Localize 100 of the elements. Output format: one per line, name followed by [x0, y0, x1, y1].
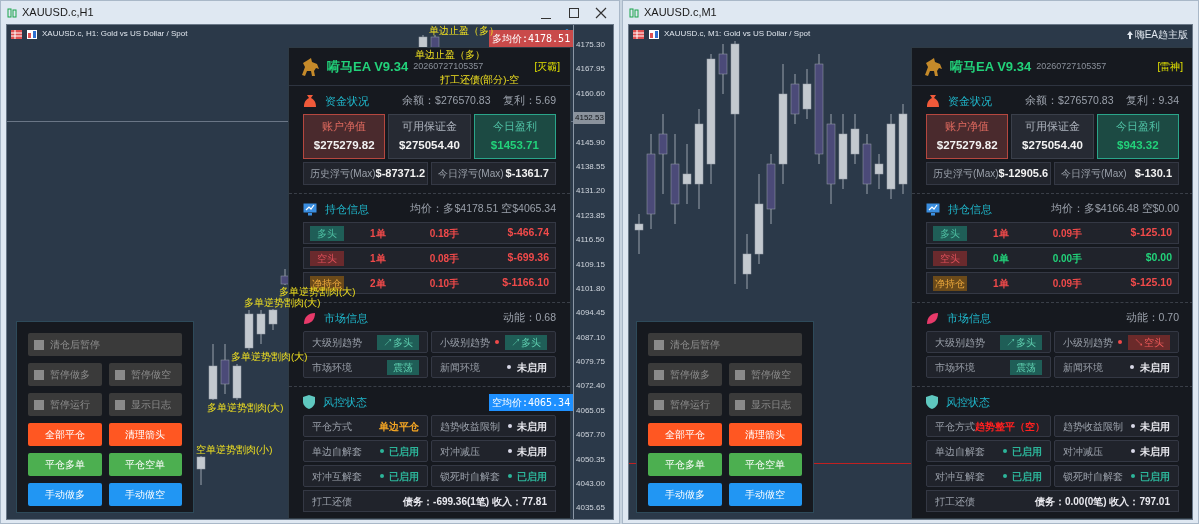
stat-label: 可用保证金	[402, 119, 457, 134]
stat-label: 账户净值	[322, 119, 367, 134]
trend-badge: ↗多头	[505, 334, 547, 350]
checkbox-button[interactable]: 显示日志	[728, 393, 802, 416]
price-tick: 4145.90	[575, 136, 605, 149]
table-icon	[633, 29, 644, 39]
checkbox[interactable]	[34, 339, 44, 350]
checkbox[interactable]	[654, 369, 664, 380]
price-tick: 4065.05	[575, 404, 605, 417]
candle	[196, 455, 206, 486]
status-text: 已启用	[1012, 444, 1042, 459]
section-title: 市场信息	[947, 310, 991, 326]
risk-label: 平仓方式	[312, 419, 352, 434]
profit-value: $-699.36	[506, 250, 549, 266]
chart-header: XAUUSD.c, M1: Gold vs US Dollar / Spot	[664, 28, 811, 40]
lot-size: 0.09手	[1052, 226, 1084, 241]
risk-label: 锁死时自解套	[1063, 469, 1123, 484]
momentum-text: 动能：0.70	[1125, 310, 1179, 326]
status-text: 未启用	[1140, 360, 1170, 375]
checkbox-button[interactable]: 暂停做空	[728, 363, 802, 386]
float-value: $-1361.7	[505, 166, 549, 182]
status-text: 未启用	[517, 419, 547, 434]
candle	[850, 113, 860, 165]
market-label: 小级别趋势	[1063, 335, 1113, 350]
checkbox-button[interactable]: 显示日志	[108, 393, 182, 416]
action-button[interactable]: 手动做空	[108, 483, 182, 506]
mode-label: [雷神]	[1157, 60, 1183, 74]
checkbox[interactable]	[114, 399, 125, 410]
money-bag-icon	[926, 94, 940, 108]
action-button[interactable]: 清理箭头	[728, 423, 802, 446]
build-number: 20260727105357	[413, 60, 484, 73]
action-button[interactable]: 手动做空	[728, 483, 802, 506]
order-count: 0单	[993, 251, 1010, 266]
order-count: 1单	[993, 226, 1010, 241]
profit-value: $-466.74	[506, 225, 549, 241]
profit-value: $-125.10	[1129, 225, 1172, 241]
float-label: 历史浮亏(Max)	[933, 167, 999, 181]
status-text: 已启用	[1140, 469, 1170, 484]
profit-value: $-1166.10	[501, 275, 549, 291]
mode-label: [灭霸]	[534, 60, 560, 74]
position-tag: 多头	[310, 225, 344, 241]
momentum-text: 动能：0.68	[502, 310, 556, 326]
order-count: 2单	[370, 276, 387, 291]
status-text: 已启用	[389, 469, 419, 484]
candle	[862, 133, 872, 195]
candle	[766, 153, 776, 225]
action-button[interactable]: 全部平仓	[648, 423, 722, 446]
trade-annotation: 多单逆势割肉(大)	[244, 297, 321, 308]
stat-label: 可用保证金	[1025, 119, 1080, 134]
close-button[interactable]	[595, 6, 607, 19]
action-button[interactable]: 平仓多单	[648, 453, 722, 476]
status-text: 已启用	[517, 469, 547, 484]
checkbox-button[interactable]: 清仓后暂停	[648, 333, 802, 356]
checkbox-button[interactable]: 暂停做多	[648, 363, 722, 386]
checkbox-button[interactable]: 暂停运行	[28, 393, 102, 416]
candle	[220, 343, 230, 395]
action-button[interactable]: 全部平仓	[28, 423, 102, 446]
candlestick-icon	[629, 6, 639, 19]
checkbox[interactable]	[34, 399, 44, 410]
checkbox-button[interactable]: 暂停做多	[28, 363, 102, 386]
action-button[interactable]: 平仓空单	[108, 453, 182, 476]
lot-size: 0.18手	[429, 226, 461, 241]
ea-name: 嗬马EA V9.34	[327, 57, 409, 76]
checkbox-button[interactable]: 清仓后暂停	[28, 333, 182, 356]
debt-label: 打工还债	[935, 494, 975, 509]
stat-value: $275279.82	[313, 137, 375, 153]
checkbox-button[interactable]: 暂停运行	[648, 393, 722, 416]
checkbox[interactable]	[34, 369, 44, 380]
checkbox-button[interactable]: 暂停做空	[108, 363, 182, 386]
order-count: 1单	[370, 226, 387, 241]
trend-badge: ↘空头	[1128, 334, 1170, 350]
market-label: 市场环境	[312, 360, 352, 375]
price-tick: 4035.65	[575, 502, 605, 515]
checkbox[interactable]	[734, 369, 745, 380]
risk-label: 对冲互解套	[935, 469, 985, 484]
profit-value: $0.00	[1144, 250, 1172, 266]
checkbox[interactable]	[114, 369, 125, 380]
section-title: 风控状态	[946, 394, 990, 410]
risk-label: 单边自解套	[312, 444, 362, 459]
market-label: 大级别趋势	[935, 335, 985, 350]
price-tick: 4175.30	[575, 39, 605, 51]
action-button[interactable]: 手动做多	[648, 483, 722, 506]
risk-value: 趋势整平（空）	[975, 419, 1045, 434]
action-button[interactable]: 清理箭头	[108, 423, 182, 446]
stat-value: $943.32	[1117, 137, 1159, 153]
candle	[790, 73, 800, 125]
debt-label: 打工还债	[312, 494, 352, 509]
horse-icon	[299, 56, 321, 77]
maximize-button[interactable]	[569, 7, 579, 18]
candle	[280, 268, 290, 286]
risk-label: 对冲减压	[1063, 444, 1103, 459]
trade-annotation: 打工还债(部分)-空	[440, 74, 520, 85]
checkbox[interactable]	[654, 399, 664, 410]
price-tick: 4094.45	[575, 307, 605, 320]
action-button[interactable]: 平仓多单	[28, 453, 102, 476]
build-number: 20260727105357	[1036, 59, 1107, 73]
checkbox[interactable]	[654, 339, 664, 350]
action-button[interactable]: 手动做多	[28, 483, 102, 506]
checkbox[interactable]	[734, 399, 745, 410]
action-button[interactable]: 平仓空单	[728, 453, 802, 476]
